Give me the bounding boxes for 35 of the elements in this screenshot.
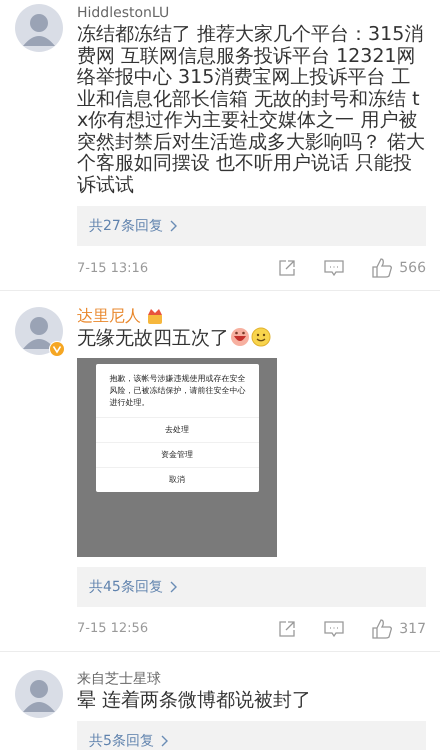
smiley-emoji-icon	[251, 327, 271, 347]
replies-link[interactable]: 共5条回复	[77, 721, 426, 750]
avatar[interactable]	[15, 4, 63, 52]
chevron-right-icon	[160, 734, 169, 748]
avatar[interactable]	[15, 670, 63, 718]
comment-icon[interactable]	[323, 618, 346, 638]
crown-badge-icon	[146, 307, 164, 325]
screenshot-image[interactable]: 抱歉，该帐号涉嫌违规使用或存在安全风险，已被冻结保护，请前往安全中心进行处理。 去处理 资金管理 取消	[77, 358, 277, 556]
replies-link[interactable]: 共45条回复	[77, 566, 426, 606]
comment-icon[interactable]	[323, 258, 346, 278]
chevron-right-icon	[168, 580, 178, 594]
share-icon[interactable]	[277, 618, 298, 638]
author-name[interactable]: 来自芝士星球	[77, 670, 161, 688]
dialog-option: 去处理	[96, 416, 258, 442]
timestamp: 7-15 12:56	[77, 621, 148, 636]
timestamp: 7-15 13:16	[77, 260, 148, 276]
like-count: 566	[399, 260, 426, 276]
thumbs-up-icon[interactable]	[371, 618, 394, 640]
replies-count[interactable]: 共5条回复	[89, 732, 154, 750]
author-name[interactable]: HiddlestonLU	[77, 5, 170, 21]
replies-count[interactable]: 共27条回复	[89, 217, 163, 235]
replies-link[interactable]: 共27条回复	[77, 206, 426, 246]
like-count: 317	[399, 620, 426, 636]
author-name[interactable]: 达里尼人	[77, 306, 141, 326]
comment-text: 无缘无故四五次了	[77, 327, 229, 349]
dialog-option: 取消	[96, 466, 258, 492]
chevron-right-icon	[168, 219, 178, 233]
avatar[interactable]	[15, 307, 63, 355]
comment-text: 晕 连着两条微博都说被封了	[77, 688, 312, 710]
dialog-option: 资金管理	[96, 442, 258, 466]
thumbs-up-icon[interactable]	[371, 257, 394, 279]
comment-text: 冻结都冻结了 推荐大家几个平台：315消费网 互联网信息服务投诉平台 12321网络举报中心 315消费宝网上投诉平台 工业和信息化部长信箱 无故的封号和冻结 tx你有想过作为主要社交媒体之一 用户被突然封禁后对生活造成多大影响吗？ 偌大个客服如同摆设 也不听用户说话 只能投诉试试	[77, 23, 426, 196]
replies-count[interactable]: 共45条回复	[89, 578, 163, 596]
share-icon[interactable]	[277, 258, 298, 278]
dialog-message: 抱歉，该帐号涉嫌违规使用或存在安全风险，已被冻结保护，请前往安全中心进行处理。	[108, 372, 246, 408]
